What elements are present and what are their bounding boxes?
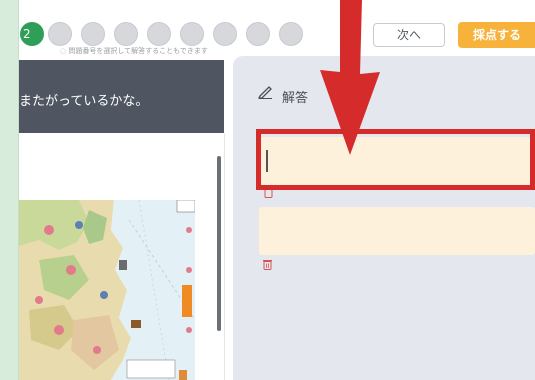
textbook-map-image: [19, 200, 195, 380]
question-step[interactable]: [114, 22, 138, 46]
question-step[interactable]: [81, 22, 105, 46]
question-step[interactable]: [147, 22, 171, 46]
question-step[interactable]: [180, 22, 204, 46]
trash-icon[interactable]: [262, 258, 273, 270]
question-step-current[interactable]: 2: [20, 22, 44, 46]
document-scrollbar[interactable]: [217, 156, 221, 331]
question-step[interactable]: [246, 22, 270, 46]
arrow-annotation: [320, 0, 380, 155]
question-header: またがっているかな。: [19, 60, 224, 133]
question-text: またがっているかな。: [19, 94, 149, 109]
step-hint-text: ◌ 問題番号を選択して解答することもできます: [60, 47, 208, 55]
answer-input-2[interactable]: [259, 207, 535, 255]
score-button[interactable]: 採点する: [458, 22, 535, 48]
question-step[interactable]: [48, 22, 72, 46]
left-edge-strip: [0, 0, 19, 380]
question-step[interactable]: [213, 22, 237, 46]
pencil-icon: [258, 86, 272, 99]
